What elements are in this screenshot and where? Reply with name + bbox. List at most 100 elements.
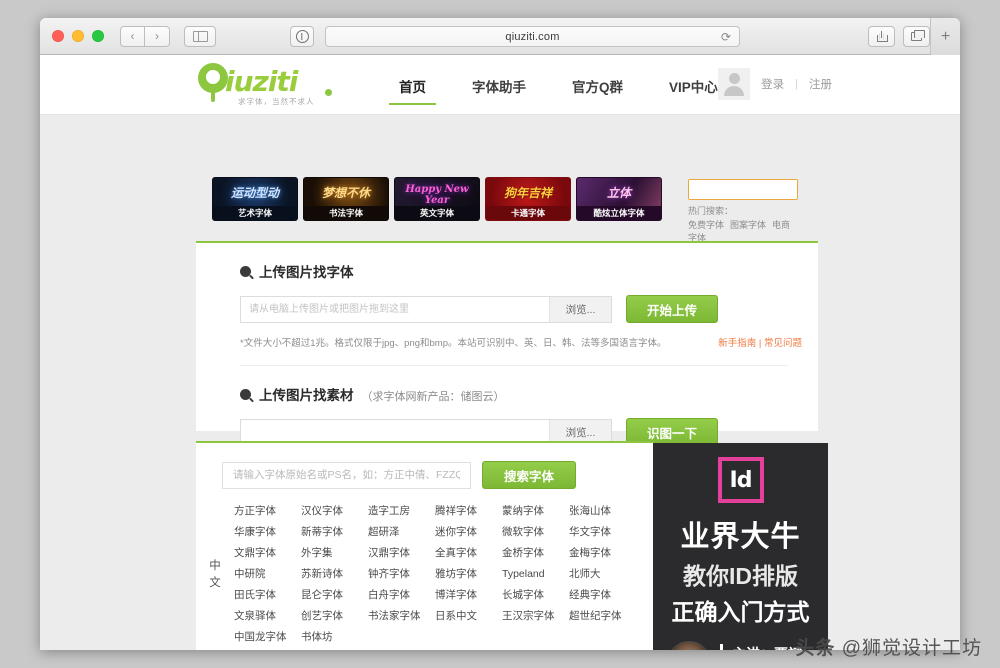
font-link[interactable]: 金梅字体 [569,543,636,564]
banner-art-2: Happy New Year [395,178,479,208]
font-link[interactable]: 中研院 [234,564,301,585]
hot-keyword-1[interactable]: 图案字体 [730,220,766,230]
banner-art-text-2: Happy New Year [405,184,469,206]
tabs-icon [911,30,925,41]
font-link[interactable]: 迷你字体 [435,522,502,543]
font-link[interactable]: 昆仑字体 [301,585,368,606]
nav-label-qq-group: 官方Q群 [572,80,624,95]
avatar[interactable] [718,68,751,100]
hot-keyword-0[interactable]: 免费字体 [688,220,724,230]
font-link[interactable]: 华康字体 [234,522,301,543]
chinese-font-rows: 方正字体 汉仪字体 造字工房 腾祥字体 蒙纳字体 张海山体 华康字体 新蒂字体 … [234,501,654,648]
nav-item-qq-group[interactable]: 官方Q群 [568,58,627,112]
font-link[interactable]: 中国龙字体 [234,627,301,648]
font-row: 文鼎字体 外字集 汉鼎字体 全真字体 金桥字体 金梅字体 [234,543,654,564]
font-link[interactable]: 王汉宗字体 [502,606,569,627]
font-link[interactable]: 华文字体 [569,522,636,543]
address-bar[interactable]: qiuziti.com ⟳ [325,26,740,47]
banner-art-1: 梦想不休 [304,178,388,208]
font-link[interactable]: 张海山体 [569,501,636,522]
upload-font-help-links[interactable]: 新手指南 | 常见问题 [718,335,802,349]
font-link[interactable]: 新蒂字体 [301,522,368,543]
font-link[interactable]: 书体坊 [301,627,368,648]
banner-card-cartoon[interactable]: 狗年吉祥 卡通字体 [485,177,571,221]
share-icon [877,31,888,42]
login-link[interactable]: 登录 [761,76,784,92]
font-link[interactable]: 蒙纳字体 [502,501,569,522]
upload-font-heading: 上传图片找字体 [240,261,788,281]
font-link[interactable]: Typeland [502,564,569,585]
share-button[interactable] [868,26,895,47]
banner-caption-0: 艺术字体 [213,206,297,220]
browser-window: ‹ › qiuziti.com ⟳ + iuziti 求字体，当然不求人 首页 … [40,18,960,650]
font-link[interactable]: 金桥字体 [502,543,569,564]
font-link[interactable]: 文鼎字体 [234,543,301,564]
banner-card-english[interactable]: Happy New Year 英文字体 [394,177,480,221]
ad-banner[interactable]: Id 业界大牛 教你ID排版 正确入门方式 主讲：贾斌 Adobe认证讲师 [653,443,828,650]
font-search-button[interactable]: 搜索字体 [482,461,576,489]
nav-item-home[interactable]: 首页 [389,58,436,112]
font-link[interactable]: 汉鼎字体 [368,543,435,564]
reload-icon[interactable]: ⟳ [721,31,731,43]
magnifier-icon [240,265,251,277]
font-link[interactable]: 全真字体 [435,543,502,564]
font-link[interactable]: 腾祥字体 [435,501,502,522]
font-link[interactable]: 苏新诗体 [301,564,368,585]
font-link[interactable]: 汉仪字体 [301,501,368,522]
nav-item-font-helper[interactable]: 字体助手 [468,58,530,112]
font-search-input[interactable] [222,461,471,489]
font-link[interactable]: 经典字体 [569,585,636,606]
start-upload-button[interactable]: 开始上传 [626,295,718,323]
upload-font-browse-button[interactable]: 浏览... [549,296,611,322]
font-link[interactable]: 微软字体 [502,522,569,543]
font-link[interactable]: 造字工房 [368,501,435,522]
ad-headline-1: 业界大牛 [680,521,801,553]
font-link[interactable]: 超研泽 [368,522,435,543]
nav-label-home: 首页 [399,80,426,95]
font-link[interactable]: 长城字体 [502,585,569,606]
nav-label-font-helper: 字体助手 [472,80,526,95]
font-link[interactable]: 创艺字体 [301,606,368,627]
back-button[interactable]: ‹ [120,25,145,47]
maximize-window-button[interactable] [92,30,104,42]
reader-info-button[interactable] [290,26,314,47]
font-link[interactable]: 博洋字体 [435,585,502,606]
upload-font-input[interactable] [241,296,549,322]
ad-headline-2: 教你ID排版 [683,563,798,589]
upload-panel: 上传图片找字体 浏览... 开始上传 *文件大小不超过1兆。格式仅限于jpg、p… [196,241,818,472]
font-row: 方正字体 汉仪字体 造字工房 腾祥字体 蒙纳字体 张海山体 [234,501,654,522]
font-link[interactable]: 日系中文 [435,606,502,627]
font-link[interactable]: 方正字体 [234,501,301,522]
register-link[interactable]: 注册 [809,76,832,92]
new-tab-button[interactable]: + [930,18,960,55]
show-tabs-button[interactable] [903,26,930,47]
font-link[interactable]: 超世纪字体 [569,606,636,627]
info-icon [295,30,309,43]
font-link[interactable]: 文泉驿体 [234,606,301,627]
banner-card-3d[interactable]: 立体 酷炫立体字体 [576,177,662,221]
font-link[interactable]: 雅坊字体 [435,564,502,585]
page-content: iuziti 求字体，当然不求人 首页 字体助手 官方Q群 VIP中心 登录 |… [40,55,960,650]
font-link[interactable]: 书法家字体 [368,606,435,627]
sidebar-toggle-button[interactable] [184,25,216,47]
font-link[interactable]: 白舟字体 [368,585,435,606]
banner-card-art[interactable]: 运动型动 艺术字体 [212,177,298,221]
minimize-window-button[interactable] [72,30,84,42]
font-row: 中国龙字体 书体坊 [234,627,654,648]
banner-caption-4: 酷炫立体字体 [577,206,661,220]
banner-card-calligraphy[interactable]: 梦想不休 书法字体 [303,177,389,221]
font-link[interactable]: 外字集 [301,543,368,564]
font-link[interactable]: 田氏字体 [234,585,301,606]
account-separator: | [795,78,798,90]
logo-dot-icon [325,89,332,96]
main-nav: 首页 字体助手 官方Q群 VIP中心 HOT [389,55,744,115]
header-search-input[interactable] [689,180,797,199]
banner-caption-1: 书法字体 [304,206,388,220]
font-link[interactable]: 北师大 [569,564,636,585]
forward-button[interactable]: › [145,25,170,47]
font-link[interactable]: 钟齐字体 [368,564,435,585]
close-window-button[interactable] [52,30,64,42]
sidebar-icon [192,30,208,42]
site-logo[interactable]: iuziti 求字体，当然不求人 [198,63,338,109]
nav-item-vip[interactable]: VIP中心 HOT [665,58,744,112]
